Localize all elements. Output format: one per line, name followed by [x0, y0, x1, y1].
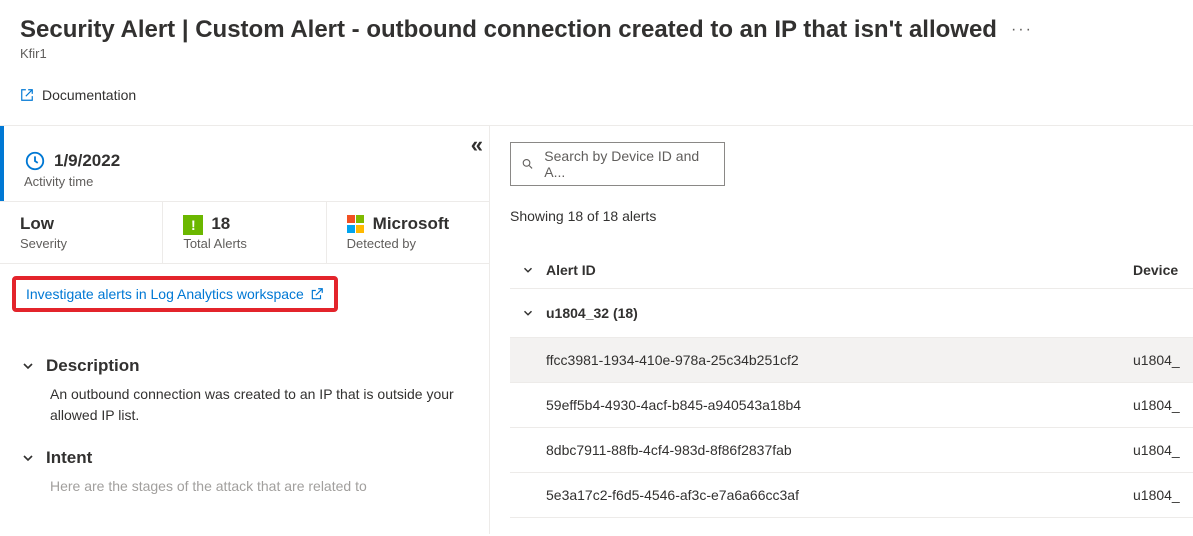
search-icon — [521, 157, 534, 171]
collapse-panel-icon[interactable]: « — [471, 132, 483, 158]
breadcrumb: Kfir1 — [20, 46, 1173, 61]
intent-body: Here are the stages of the attack that a… — [20, 476, 469, 497]
cell-device: u1804_ — [1133, 352, 1193, 368]
description-heading: Description — [46, 356, 140, 376]
documentation-label: Documentation — [42, 87, 136, 103]
chevron-down-icon — [20, 358, 36, 374]
chevron-down-icon — [20, 450, 36, 466]
intent-heading: Intent — [46, 448, 92, 468]
group-label: u1804_32 (18) — [546, 305, 1133, 321]
search-input[interactable]: Search by Device ID and A... — [510, 142, 725, 186]
cell-device: u1804_ — [1133, 397, 1193, 413]
table-header: Alert ID Device — [510, 252, 1193, 289]
result-count: Showing 18 of 18 alerts — [510, 208, 1193, 224]
table-row[interactable]: ffcc3981-1934-410e-978a-25c34b251cf2u180… — [510, 338, 1193, 383]
microsoft-logo-icon — [347, 215, 365, 233]
severity-value: Low — [20, 214, 142, 234]
investigate-alerts-label[interactable]: Investigate alerts in Log Analytics work… — [26, 286, 304, 302]
col-device[interactable]: Device — [1133, 262, 1193, 278]
clock-icon — [24, 150, 46, 172]
detected-by-value: Microsoft — [373, 214, 450, 234]
alert-badge-icon: ! — [183, 215, 203, 235]
severity-label: Severity — [20, 236, 142, 251]
chevron-down-icon — [521, 306, 535, 320]
intent-toggle[interactable]: Intent — [20, 448, 469, 468]
page-title: Security Alert | Custom Alert - outbound… — [20, 16, 997, 44]
table-row[interactable]: 5e3a17c2-f6d5-4546-af3c-e7a6a66cc3afu180… — [510, 473, 1193, 518]
detected-by-label: Detected by — [347, 236, 469, 251]
cell-alert-id: 5e3a17c2-f6d5-4546-af3c-e7a6a66cc3af — [546, 487, 1133, 503]
cell-alert-id: ffcc3981-1934-410e-978a-25c34b251cf2 — [546, 352, 1133, 368]
activity-time-label: Activity time — [24, 174, 469, 189]
activity-date: 1/9/2022 — [54, 151, 120, 171]
table-row[interactable]: 8dbc7911-88fb-4cf4-983d-8f86f2837fabu180… — [510, 428, 1193, 473]
total-alerts-tile: ! 18 Total Alerts — [162, 202, 325, 263]
detected-by-tile: Microsoft Detected by — [326, 202, 489, 263]
external-link-icon — [310, 287, 324, 301]
total-alerts-label: Total Alerts — [183, 236, 305, 251]
investigate-alerts-link[interactable]: Investigate alerts in Log Analytics work… — [12, 276, 338, 312]
col-alert-id[interactable]: Alert ID — [546, 262, 1133, 278]
cell-device: u1804_ — [1133, 442, 1193, 458]
table-group-row[interactable]: u1804_32 (18) — [510, 289, 1193, 338]
cell-device: u1804_ — [1133, 487, 1193, 503]
external-link-icon — [20, 88, 34, 102]
documentation-link[interactable]: Documentation — [20, 87, 136, 103]
description-body: An outbound connection was created to an… — [20, 384, 469, 426]
more-actions-icon[interactable]: ··· — [1007, 21, 1037, 39]
total-alerts-value: 18 — [211, 214, 230, 234]
search-placeholder: Search by Device ID and A... — [544, 148, 714, 180]
cell-alert-id: 8dbc7911-88fb-4cf4-983d-8f86f2837fab — [546, 442, 1133, 458]
chevron-down-icon[interactable] — [521, 263, 535, 277]
severity-tile: Low Severity — [0, 202, 162, 263]
table-row[interactable]: 59eff5b4-4930-4acf-b845-a940543a18b4u180… — [510, 383, 1193, 428]
cell-alert-id: 59eff5b4-4930-4acf-b845-a940543a18b4 — [546, 397, 1133, 413]
description-toggle[interactable]: Description — [20, 356, 469, 376]
